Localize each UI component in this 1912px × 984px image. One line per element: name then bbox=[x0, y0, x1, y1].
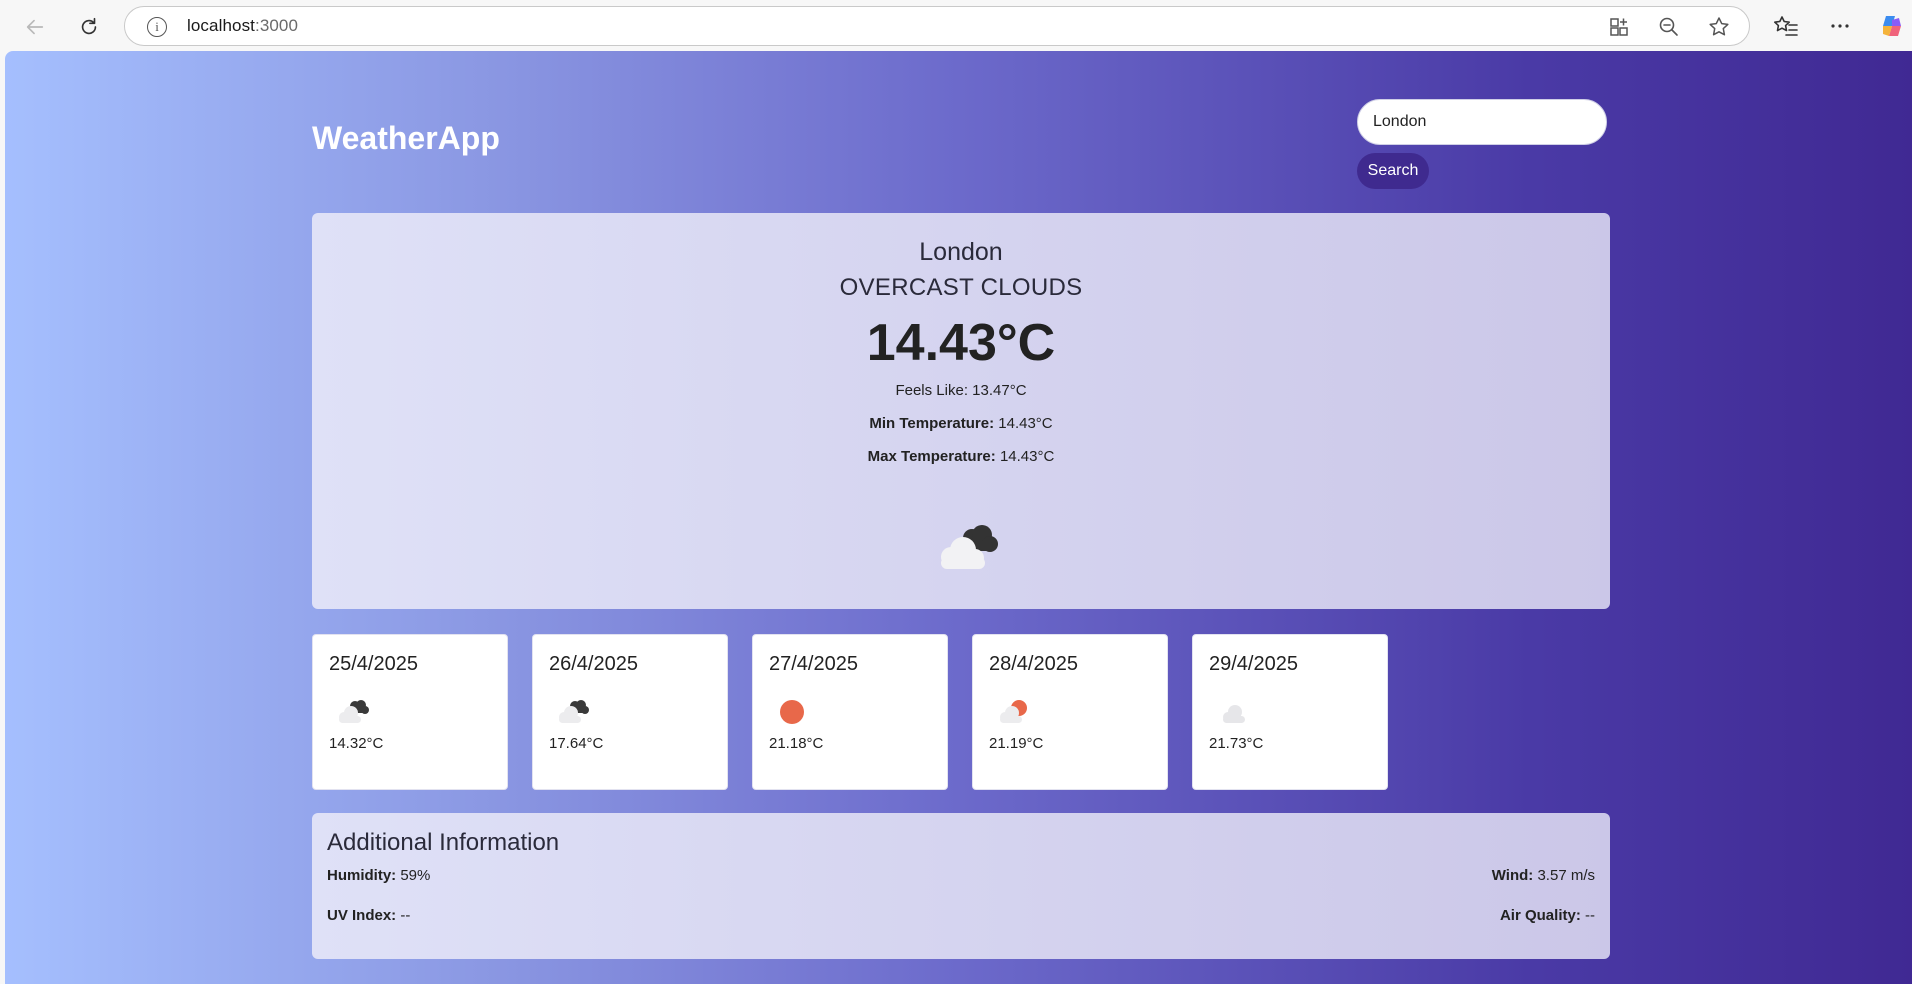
forecast-card: 26/4/2025 17.64°C bbox=[532, 634, 728, 790]
url-text: localhost:3000 bbox=[187, 16, 299, 35]
clear-sky-icon bbox=[780, 700, 804, 724]
forecast-date: 29/4/2025 bbox=[1209, 653, 1298, 675]
forecast-temp: 21.73°C bbox=[1209, 735, 1264, 752]
site-info-icon[interactable]: i bbox=[147, 17, 167, 37]
reload-icon bbox=[81, 17, 97, 35]
city-search-input[interactable] bbox=[1357, 99, 1607, 145]
zoom-out-icon[interactable] bbox=[1657, 15, 1681, 39]
forecast-temp: 14.32°C bbox=[329, 735, 384, 752]
forecast-date: 26/4/2025 bbox=[549, 653, 638, 675]
forecast-date: 27/4/2025 bbox=[769, 653, 858, 675]
search-button[interactable]: Search bbox=[1357, 153, 1429, 189]
broken-clouds-icon bbox=[559, 700, 589, 723]
max-temperature: Max Temperature: 14.43°C bbox=[867, 448, 1055, 465]
address-bar[interactable]: i localhost:3000 bbox=[124, 6, 1750, 46]
weather-description: OVERCAST CLOUDS bbox=[839, 274, 1083, 301]
page-viewport: WeatherApp Search London OVERCAST CLOUDS… bbox=[5, 51, 1912, 984]
additional-info-title: Additional Information bbox=[327, 829, 560, 856]
min-temperature: Min Temperature: 14.43°C bbox=[869, 415, 1053, 432]
current-temperature: 14.43°C bbox=[866, 314, 1056, 372]
app-brand: WeatherApp bbox=[312, 120, 500, 156]
humidity: Humidity: 59% bbox=[327, 867, 431, 884]
few-clouds-icon bbox=[1000, 700, 1027, 723]
back-arrow-icon bbox=[26, 19, 44, 35]
scattered-clouds-icon bbox=[1223, 705, 1245, 723]
current-weather-card: London OVERCAST CLOUDS 14.43°C Feels Lik… bbox=[312, 213, 1610, 609]
city-name: London bbox=[919, 238, 1003, 266]
forecast-card: 25/4/2025 14.32°C bbox=[312, 634, 508, 790]
overcast-clouds-icon bbox=[941, 525, 998, 569]
forecast-date: 25/4/2025 bbox=[329, 653, 418, 675]
back-button[interactable] bbox=[18, 10, 52, 44]
browser-toolbar: i localhost:3000 bbox=[0, 0, 1912, 51]
forecast-temp: 21.18°C bbox=[769, 735, 824, 752]
feels-like: Feels Like: 13.47°C bbox=[895, 382, 1027, 399]
app-available-icon[interactable] bbox=[1607, 15, 1631, 39]
forecast-card: 28/4/2025 21.19°C bbox=[972, 634, 1168, 790]
copilot-icon[interactable] bbox=[1878, 12, 1906, 40]
forecast-date: 28/4/2025 bbox=[989, 653, 1078, 675]
wind: Wind: 3.57 m/s bbox=[1491, 867, 1595, 884]
broken-clouds-icon bbox=[339, 700, 369, 723]
forecast-card: 29/4/2025 21.73°C bbox=[1192, 634, 1388, 790]
additional-info-card: Additional Information Humidity: 59% Win… bbox=[312, 813, 1610, 959]
reload-button[interactable] bbox=[72, 10, 106, 44]
forecast-temp: 21.19°C bbox=[989, 735, 1044, 752]
forecast-temp: 17.64°C bbox=[549, 735, 604, 752]
uv-index: UV Index: -- bbox=[327, 907, 411, 924]
forecast-card: 27/4/2025 21.18°C bbox=[752, 634, 948, 790]
air-quality: Air Quality: -- bbox=[1499, 907, 1595, 924]
more-menu-icon[interactable] bbox=[1826, 12, 1854, 40]
favorite-star-icon[interactable] bbox=[1707, 15, 1731, 39]
favorites-list-icon[interactable] bbox=[1772, 12, 1800, 40]
